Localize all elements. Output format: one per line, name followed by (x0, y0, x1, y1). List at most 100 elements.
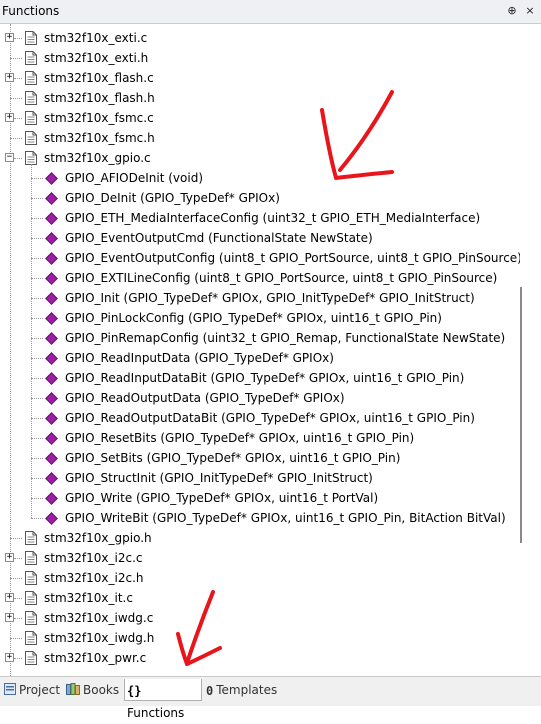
tree-connector (14, 118, 22, 119)
expand-icon[interactable]: + (5, 113, 14, 122)
file-icon (25, 531, 37, 545)
tree-file-label: stm32f10x_i2c.h (44, 571, 144, 585)
function-icon (45, 312, 58, 325)
function-icon (45, 352, 58, 365)
tree-file-row[interactable]: + stm32f10x_i2c.c (0, 548, 520, 568)
tree-file-row[interactable]: − stm32f10x_gpio.c (0, 148, 520, 168)
tab-project[interactable]: Project (2, 679, 62, 701)
tree-file-label: stm32f10x_flash.c (44, 71, 154, 85)
close-icon[interactable]: × (523, 4, 537, 18)
tree-function-row[interactable]: GPIO_Init (GPIO_TypeDef* GPIOx, GPIO_Ini… (0, 288, 520, 308)
tree-function-label: GPIO_PinRemapConfig (uint32_t GPIO_Remap… (65, 331, 506, 345)
function-icon (45, 392, 58, 405)
tree-file-row[interactable]: stm32f10x_flash.h (0, 88, 520, 108)
function-icon (45, 272, 58, 285)
expand-icon[interactable]: + (5, 553, 14, 562)
tree-function-row[interactable]: GPIO_EventOutputConfig (uint8_t GPIO_Por… (0, 248, 520, 268)
tree-connector (31, 498, 43, 499)
tree-function-label: GPIO_Write (GPIO_TypeDef* GPIOx, uint16_… (65, 491, 379, 505)
tree-connector (14, 598, 22, 599)
tree-connector (10, 98, 22, 99)
tree-file-row[interactable]: + stm32f10x_exti.c (0, 28, 520, 48)
tree-function-row[interactable]: GPIO_PinLockConfig (GPIO_TypeDef* GPIOx,… (0, 308, 520, 328)
tree-file-label: stm32f10x_exti.c (44, 31, 148, 45)
file-icon (25, 651, 37, 665)
tree-function-row[interactable]: GPIO_ResetBits (GPIO_TypeDef* GPIOx, uin… (0, 428, 520, 448)
tree-function-row[interactable]: GPIO_ReadOutputData (GPIO_TypeDef* GPIOx… (0, 388, 520, 408)
tree-function-label: GPIO_SetBits (GPIO_TypeDef* GPIOx, uint1… (65, 451, 401, 465)
tree-file-label: stm32f10x_fsmc.c (44, 111, 154, 125)
tree-file-label: stm32f10x_gpio.h (44, 531, 152, 545)
expand-icon[interactable]: + (5, 653, 14, 662)
templates-icon: 0 (206, 683, 214, 698)
tab-functions-label: Functions (127, 705, 185, 720)
function-icon (45, 492, 58, 505)
file-icon (25, 51, 37, 65)
tree-function-row[interactable]: GPIO_WriteBit (GPIO_TypeDef* GPIOx, uint… (0, 508, 520, 528)
tree-function-row[interactable]: GPIO_EventOutputCmd (FunctionalState New… (0, 228, 520, 248)
tree-connector (31, 338, 43, 339)
tree-function-label: GPIO_StructInit (GPIO_InitTypeDef* GPIO_… (65, 471, 373, 485)
expand-icon[interactable]: + (5, 593, 14, 602)
tree-function-label: GPIO_DeInit (GPIO_TypeDef* GPIOx) (65, 191, 280, 205)
tree-connector (10, 138, 22, 139)
tree-connector (31, 178, 43, 179)
tree-file-label: stm32f10x_iwdg.h (44, 631, 155, 645)
tree-file-row[interactable]: stm32f10x_iwdg.h (0, 628, 520, 648)
tree-function-row[interactable]: GPIO_ETH_MediaInterfaceConfig (uint32_t … (0, 208, 520, 228)
tree-connector (31, 398, 43, 399)
tree-file-row[interactable]: + stm32f10x_it.c (0, 588, 520, 608)
tree-file-label: stm32f10x_pwr.c (44, 651, 147, 665)
tree-function-row[interactable]: GPIO_StructInit (GPIO_InitTypeDef* GPIO_… (0, 468, 520, 488)
expand-icon[interactable]: + (5, 613, 14, 622)
expand-icon[interactable]: + (5, 33, 14, 42)
file-icon (25, 631, 37, 645)
file-icon (25, 71, 37, 85)
tab-templates[interactable]: 0 Templates (204, 679, 284, 701)
tree-file-row[interactable]: stm32f10x_gpio.h (0, 528, 520, 548)
tree-function-label: GPIO_ResetBits (GPIO_TypeDef* GPIOx, uin… (65, 431, 415, 445)
tab-books[interactable]: Books (64, 679, 122, 701)
tree-file-row[interactable]: + stm32f10x_pwr.c (0, 648, 520, 668)
collapse-icon[interactable]: − (5, 153, 14, 162)
file-icon (25, 151, 37, 165)
tree-file-row[interactable]: stm32f10x_exti.h (0, 48, 520, 68)
file-icon (25, 571, 37, 585)
tree-connector (14, 558, 22, 559)
panel-title: Functions (2, 4, 60, 18)
tab-functions[interactable]: {} Functions (124, 679, 202, 720)
tree-function-row[interactable]: GPIO_ReadInputDataBit (GPIO_TypeDef* GPI… (0, 368, 520, 388)
tree-file-row[interactable]: stm32f10x_fsmc.h (0, 128, 520, 148)
scrollbar-thumb[interactable] (520, 287, 522, 543)
tree-file-label: stm32f10x_flash.h (44, 91, 155, 105)
function-icon (45, 192, 58, 205)
tree-function-row[interactable]: GPIO_SetBits (GPIO_TypeDef* GPIOx, uint1… (0, 448, 520, 468)
function-icon (45, 172, 58, 185)
tree-connector (31, 298, 43, 299)
tree-function-row[interactable]: GPIO_DeInit (GPIO_TypeDef* GPIOx) (0, 188, 520, 208)
file-icon (25, 91, 37, 105)
tree-function-row[interactable]: GPIO_AFIODeInit (void) (0, 168, 520, 188)
tree-file-row[interactable]: + stm32f10x_flash.c (0, 68, 520, 88)
tree-file-label: stm32f10x_fsmc.h (44, 131, 155, 145)
tree-connector (14, 658, 22, 659)
tree-file-row[interactable]: stm32f10x_i2c.h (0, 568, 520, 588)
tree-file-row[interactable]: + stm32f10x_fsmc.c (0, 108, 520, 128)
tree-connector (31, 218, 43, 219)
file-icon (25, 591, 37, 605)
tree-file-label: stm32f10x_exti.h (44, 51, 149, 65)
tree-connector (14, 618, 22, 619)
tab-books-label: Books (83, 683, 120, 697)
expand-icon[interactable]: + (5, 73, 14, 82)
bottom-tab-bar: Project Books {} Functions 0 Templates (0, 676, 541, 720)
tree-function-row[interactable]: GPIO_EXTILineConfig (uint8_t GPIO_PortSo… (0, 268, 520, 288)
tree-function-row[interactable]: GPIO_ReadOutputDataBit (GPIO_TypeDef* GP… (0, 408, 520, 428)
pin-icon[interactable]: ⊕ (505, 4, 519, 18)
tree-connector (31, 278, 43, 279)
tree-function-row[interactable]: GPIO_ReadInputData (GPIO_TypeDef* GPIOx) (0, 348, 520, 368)
function-icon (45, 332, 58, 345)
tree-function-row[interactable]: GPIO_Write (GPIO_TypeDef* GPIOx, uint16_… (0, 488, 520, 508)
tree-connector (31, 418, 43, 419)
tree-file-row[interactable]: + stm32f10x_iwdg.c (0, 608, 520, 628)
tree-function-row[interactable]: GPIO_PinRemapConfig (uint32_t GPIO_Remap… (0, 328, 520, 348)
